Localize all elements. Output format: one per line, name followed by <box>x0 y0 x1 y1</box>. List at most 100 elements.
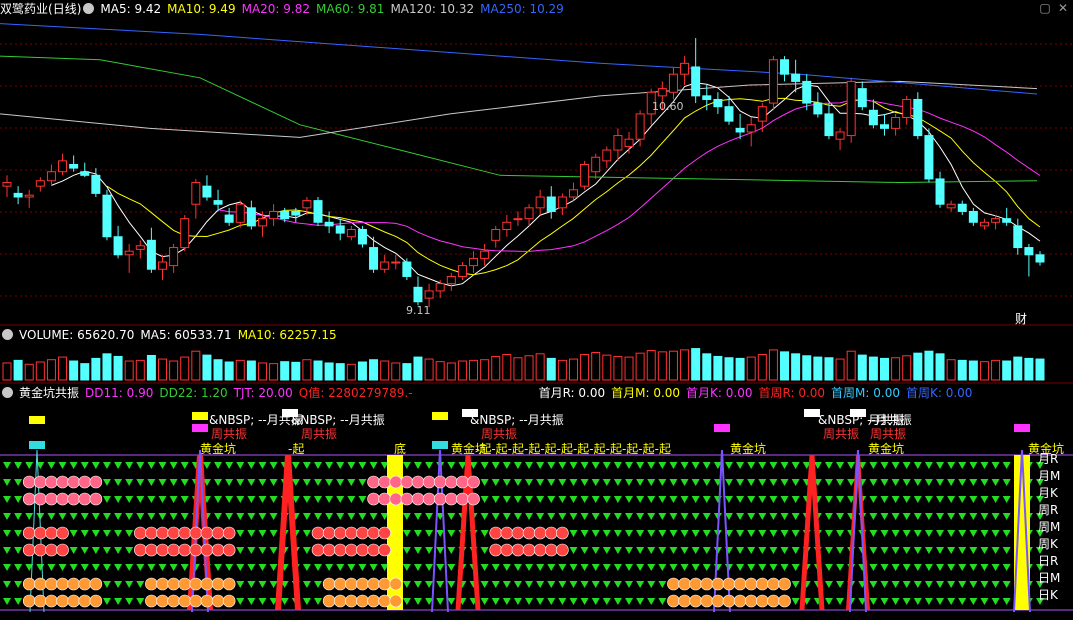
down-arrow-icon <box>702 564 711 571</box>
down-arrow-icon <box>491 513 500 520</box>
down-arrow-icon <box>102 462 111 469</box>
down-arrow-icon <box>891 462 900 469</box>
signal-ball-icon <box>389 492 403 506</box>
volume-bar <box>668 350 678 381</box>
down-arrow-icon <box>680 496 689 503</box>
down-arrow-icon <box>947 513 956 520</box>
down-arrow-icon <box>702 547 711 554</box>
down-arrow-icon <box>502 513 511 520</box>
down-arrow-icon <box>114 581 123 588</box>
volume-bar <box>957 359 967 381</box>
zhou-label-d: 周共振 <box>823 427 859 441</box>
down-arrow-icon <box>402 530 411 537</box>
down-arrow-icon <box>869 547 878 554</box>
signal-ball-icon <box>156 526 169 540</box>
down-arrow-icon <box>580 513 589 520</box>
down-arrow-icon <box>924 598 933 605</box>
down-arrow-icon <box>258 547 267 554</box>
volume-bar <box>502 353 512 381</box>
candle-body <box>991 218 1001 223</box>
candle-body <box>968 210 978 223</box>
down-arrow-icon <box>969 598 978 605</box>
down-arrow-icon <box>402 547 411 554</box>
volume-bar <box>146 354 156 381</box>
down-arrow-icon <box>647 547 656 554</box>
down-arrow-icon <box>769 547 778 554</box>
candle-body <box>813 102 823 115</box>
down-arrow-icon <box>80 547 89 554</box>
high-price-label: 10.60 <box>652 100 684 113</box>
down-arrow-icon <box>69 513 78 520</box>
down-arrow-icon <box>158 462 167 469</box>
signal-ball-icon <box>145 526 158 540</box>
down-arrow-icon <box>358 462 367 469</box>
down-arrow-icon <box>791 479 800 486</box>
signal-ball-icon <box>744 577 758 591</box>
down-arrow-icon <box>791 547 800 554</box>
signal-ball-icon <box>22 543 36 557</box>
down-arrow-icon <box>758 513 767 520</box>
down-arrow-icon <box>58 564 67 571</box>
down-arrow-icon <box>14 598 23 605</box>
down-arrow-icon <box>525 564 534 571</box>
down-arrow-icon <box>924 530 933 537</box>
down-arrow-icon <box>625 479 634 486</box>
down-arrow-icon <box>869 564 878 571</box>
down-arrow-icon <box>824 496 833 503</box>
signal-ball-icon <box>145 594 158 608</box>
down-arrow-icon <box>1002 530 1011 537</box>
volume-bar <box>868 356 878 381</box>
down-arrow-icon <box>591 530 600 537</box>
candle-body <box>746 124 756 133</box>
down-arrow-icon <box>214 479 223 486</box>
down-arrow-icon <box>80 462 89 469</box>
down-arrow-icon <box>358 479 367 486</box>
volume-bar <box>391 362 401 381</box>
signal-ball-icon <box>89 475 103 489</box>
volume-bar <box>1002 360 1012 381</box>
volume-bar <box>968 360 978 381</box>
candle-body <box>802 80 812 104</box>
signal-ball-icon <box>500 543 514 557</box>
volume-bar <box>891 357 901 381</box>
down-arrow-icon <box>491 564 500 571</box>
signal-ball-icon <box>356 526 369 540</box>
volume-bar <box>857 354 867 381</box>
down-arrow-icon <box>480 598 489 605</box>
zhou-label-a: 周共振 <box>211 427 247 441</box>
down-arrow-icon <box>147 564 156 571</box>
signal-ball-icon <box>22 594 36 608</box>
down-arrow-icon <box>636 598 645 605</box>
signal-ball-icon <box>67 475 80 489</box>
signal-ball-icon <box>678 577 691 591</box>
down-arrow-icon <box>480 581 489 588</box>
down-arrow-icon <box>625 496 634 503</box>
down-arrow-icon <box>569 462 578 469</box>
signal-ball-icon <box>311 543 325 557</box>
down-arrow-icon <box>125 581 134 588</box>
down-arrow-icon <box>658 598 667 605</box>
signal-ball-icon <box>200 577 214 591</box>
down-arrow-icon <box>658 564 667 571</box>
down-arrow-icon <box>402 462 411 469</box>
candle-body <box>13 192 23 198</box>
signal-ball-icon <box>45 475 58 489</box>
down-arrow-icon <box>980 462 989 469</box>
down-arrow-icon <box>158 479 167 486</box>
signal-ball-icon <box>733 577 747 591</box>
down-arrow-icon <box>880 479 889 486</box>
nbsp-label-c: &NBSP; --月共振 <box>470 413 564 427</box>
down-arrow-icon <box>247 564 256 571</box>
down-arrow-icon <box>447 462 456 469</box>
down-arrow-icon <box>658 530 667 537</box>
down-arrow-icon <box>14 479 23 486</box>
finance-badge[interactable]: 财 <box>1015 312 1027 326</box>
down-arrow-icon <box>947 496 956 503</box>
down-arrow-icon <box>680 564 689 571</box>
down-arrow-icon <box>358 496 367 503</box>
down-arrow-icon <box>513 581 522 588</box>
down-arrow-icon <box>724 496 733 503</box>
down-arrow-icon <box>1002 462 1011 469</box>
down-arrow-icon <box>158 496 167 503</box>
down-arrow-icon <box>936 564 945 571</box>
